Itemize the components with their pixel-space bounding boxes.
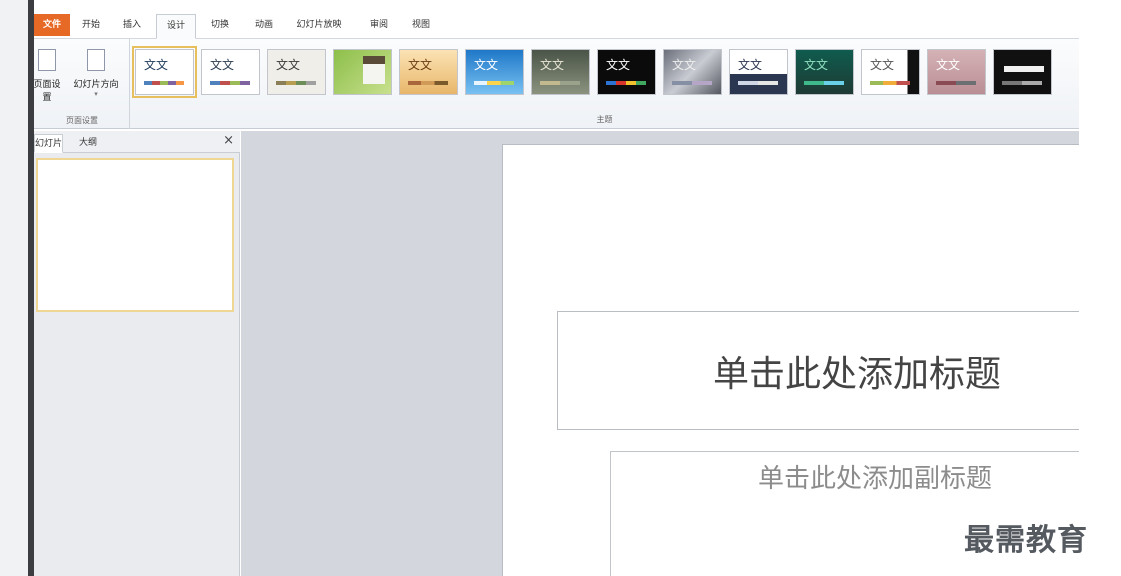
dropdown-arrow-icon: ▾ [94, 90, 98, 98]
theme-7[interactable]: 文文 [531, 49, 590, 95]
tab-review[interactable]: 审阅 [364, 16, 394, 35]
theme-6[interactable]: 文文 [465, 49, 524, 95]
theme-sample-text: 文文 [210, 58, 235, 72]
theme-sample-text: 文文 [804, 58, 829, 72]
powerpoint-window: 文件 开始 插入 设计 切换 动画 幻灯片放映 审阅 视图 页面设置 幻灯片方向… [0, 0, 1121, 576]
theme-sample-text: 文文 [672, 58, 697, 72]
watermark-logo: 最需教育 [964, 523, 1088, 558]
theme-13[interactable]: 文文 [927, 49, 986, 95]
tab-insert[interactable]: 插入 [116, 16, 148, 35]
theme-12[interactable]: 文文 [861, 49, 920, 95]
theme-sample-text: 文文 [144, 58, 169, 72]
theme-9[interactable]: 文文 [663, 49, 722, 95]
theme-sample-text: 文文 [540, 58, 565, 72]
slide-orientation-label: 幻灯片方向 [73, 80, 119, 90]
tab-transitions[interactable]: 切换 [202, 16, 238, 35]
theme-sample-text: 文文 [474, 58, 499, 72]
theme-sample-text: 文文 [606, 58, 631, 72]
theme-sample-text: 文文 [276, 58, 301, 72]
panel-tab-bar: 幻灯片 大纲 × [34, 131, 240, 153]
theme-sample-text: 文文 [738, 58, 763, 72]
theme-14[interactable] [993, 49, 1052, 95]
slide-thumbnail[interactable] [36, 158, 234, 312]
page-setup-label: 页面设置 [33, 80, 61, 103]
theme-5[interactable]: 文文 [399, 49, 458, 95]
tab-slideshow[interactable]: 幻灯片放映 [286, 16, 352, 35]
close-icon[interactable]: × [223, 133, 234, 148]
theme-sample-text: 文文 [936, 58, 961, 72]
slide-canvas: 单击此处添加标题 单击此处添加副标题 [241, 131, 1121, 576]
theme-sample-text: 文文 [870, 58, 895, 72]
slide[interactable]: 单击此处添加标题 单击此处添加副标题 [502, 144, 1121, 576]
slide-orientation-button[interactable]: 幻灯片方向 ▾ [66, 49, 126, 109]
theme-office[interactable]: 文文 [132, 46, 197, 98]
tab-view[interactable]: 视图 [406, 16, 436, 35]
page-setup-button[interactable]: 页面设置 [30, 49, 64, 109]
page-setup-icon [38, 49, 56, 71]
right-margin [1079, 0, 1121, 576]
left-window-edge [0, 0, 34, 576]
tab-file[interactable]: 文件 [34, 14, 70, 36]
theme-10[interactable]: 文文 [729, 49, 788, 95]
subtitle-placeholder-text: 单击此处添加副标题 [757, 464, 992, 494]
tab-outline[interactable]: 大纲 [63, 134, 113, 153]
tab-home[interactable]: 开始 [74, 16, 108, 35]
tab-animations[interactable]: 动画 [246, 16, 282, 35]
tab-slides[interactable]: 幻灯片 [34, 134, 63, 153]
slide-orientation-icon [87, 49, 105, 71]
theme-sample-text: 文文 [408, 58, 433, 72]
themes-group-label: 主题 [596, 115, 613, 124]
theme-4[interactable] [333, 49, 392, 95]
theme-8[interactable]: 文文 [597, 49, 656, 95]
theme-11[interactable]: 文文 [795, 49, 854, 95]
ribbon-tab-bar: 文件 开始 插入 设计 切换 动画 幻灯片放映 审阅 视图 [34, 11, 1079, 39]
page-setup-group-label: 页面设置 [66, 116, 98, 125]
ribbon-design: 页面设置 幻灯片方向 ▾ 页面设置 文文 文文 文文 文文 文文 文文 文文 文… [33, 39, 1079, 129]
page-setup-group: 页面设置 幻灯片方向 ▾ 页面设置 [33, 39, 130, 129]
tab-design[interactable]: 设计 [156, 14, 196, 39]
title-placeholder-text: 单击此处添加标题 [712, 353, 1001, 395]
theme-3[interactable]: 文文 [267, 49, 326, 95]
theme-2[interactable]: 文文 [201, 49, 260, 95]
slides-panel: 幻灯片 大纲 × [34, 131, 240, 576]
title-placeholder[interactable]: 单击此处添加标题 [557, 311, 1117, 430]
